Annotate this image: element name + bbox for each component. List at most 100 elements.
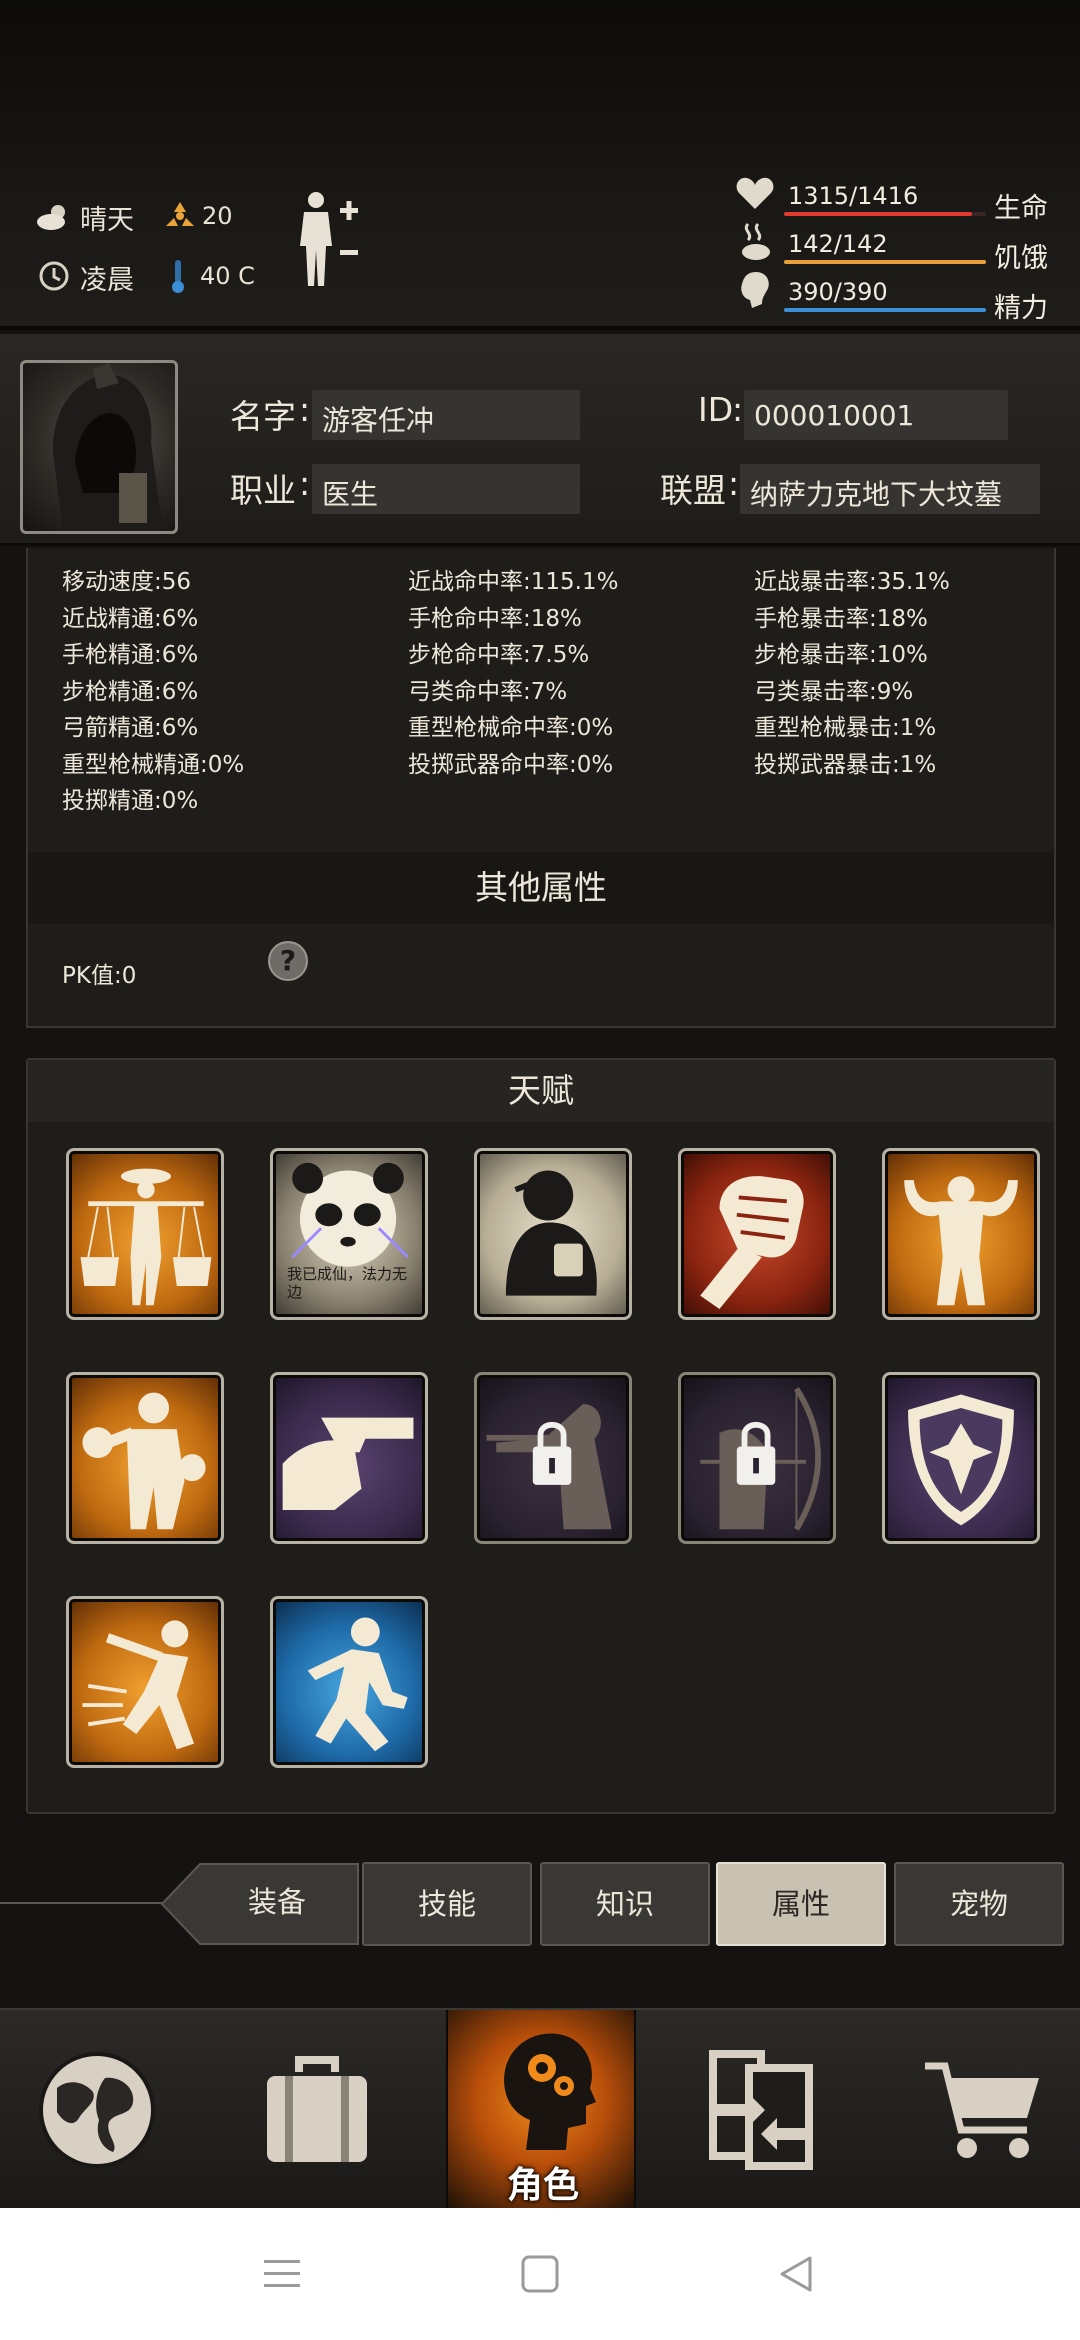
attr-column-1: 移动速度:56 近战精通:6% 手枪精通:6% 步枪精通:6% 弓箭精通:6% … (62, 562, 244, 818)
energy-label: 精力 (994, 293, 1048, 324)
crouching-figure-icon (307, 1617, 408, 1752)
character-header: 名字 : 游客任冲 ID : 000010001 职业 : 医生 联盟 : 纳萨… (0, 334, 1080, 546)
porter-icon (80, 1168, 212, 1306)
nav-shop[interactable] (888, 2010, 1078, 2210)
energy-icon (741, 272, 769, 308)
talent-sneak[interactable] (270, 1596, 428, 1768)
home-icon[interactable] (520, 2254, 560, 2294)
tab-knowledge[interactable]: 知识 (540, 1862, 710, 1946)
alliance-colon: : (728, 464, 740, 503)
radiation-icon (166, 202, 194, 226)
energy-bar (784, 308, 986, 312)
attr-item: 重型枪械精通:0% (62, 751, 245, 778)
attr-item: 近战精通:6% (62, 605, 199, 632)
attr-column-2: 近战命中率:115.1% 手枪命中率:18% 步枪命中率:7.5% 弓类命中率:… (408, 562, 618, 781)
suitcase-icon (267, 2056, 367, 2162)
exchange-icon (709, 2050, 813, 2170)
talent-shield[interactable] (882, 1372, 1040, 1544)
hunger-label: 饥饿 (994, 243, 1048, 274)
talent-rifle-locked[interactable] (474, 1372, 632, 1544)
clock-icon (39, 261, 69, 291)
talent-bow-locked[interactable] (678, 1372, 836, 1544)
system-nav-bar (0, 2208, 1080, 2340)
tab-rail (0, 1902, 170, 1904)
attr-item: 近战暴击率:35.1% (754, 569, 950, 595)
talent-porter[interactable] (66, 1148, 224, 1320)
body-status-icon[interactable] (296, 190, 362, 290)
id-label: ID (698, 390, 734, 429)
rifle-soldier-icon (486, 1404, 612, 1530)
nav-trade[interactable] (666, 2010, 856, 2210)
attr-item: 近战命中率:115.1% (408, 569, 619, 595)
job-colon: : (299, 464, 311, 503)
alliance-label: 联盟 (660, 471, 726, 510)
pistol-icon (282, 1417, 414, 1510)
attr-item: 手枪精通:6% (62, 642, 199, 668)
attr-item: 弓箭精通:6% (62, 715, 199, 741)
back-icon[interactable] (776, 2254, 816, 2294)
health-label: 生命 (994, 193, 1048, 224)
attr-item: 步枪命中率:7.5% (408, 642, 590, 668)
name-colon: : (299, 390, 311, 429)
job-label: 职业 (230, 471, 296, 510)
attr-item: 重型枪械命中率:0% (408, 715, 614, 741)
cart-icon (925, 2062, 1039, 2158)
nav-inventory[interactable] (222, 2010, 412, 2210)
fist-icon (700, 1176, 804, 1310)
character-avatar[interactable] (20, 360, 178, 534)
talent-thinker[interactable] (474, 1148, 632, 1320)
tab-attributes[interactable]: 属性 (716, 1862, 886, 1946)
attr-item: 弓类暴击率:9% (754, 678, 914, 705)
temperature-value: 40 C (200, 262, 255, 290)
talent-pistol[interactable] (270, 1372, 428, 1544)
hunger-bar-fill (784, 260, 986, 264)
energy-value: 390/390 (788, 278, 888, 306)
weather-text: 晴天 (80, 205, 134, 236)
bottom-nav: 角色 (0, 2008, 1080, 2210)
attr-item: 步枪暴击率:10% (754, 642, 928, 668)
talent-fist[interactable] (678, 1148, 836, 1320)
nav-world[interactable] (2, 2010, 192, 2210)
status-bar: 晴天 20 凌晨 40 C 1315/1416 生命 142/142 饥饿 39… (0, 0, 1080, 330)
attr-item: 手枪命中率:18% (408, 605, 582, 632)
tab-equipment[interactable]: 装备 (200, 1862, 354, 1946)
menu-icon[interactable] (262, 2256, 302, 2292)
attr-item: 弓类命中率:7% (408, 678, 568, 705)
hooded-figure-icon (52, 363, 163, 531)
attr-item: 手枪暴击率:18% (754, 605, 928, 632)
globe-icon (39, 2052, 155, 2168)
attr-item: 投掷武器命中率:0% (408, 751, 614, 778)
talent-strength[interactable] (882, 1148, 1040, 1320)
nav-character[interactable]: 角色 (446, 2010, 636, 2210)
other-attributes-title: 其他属性 (28, 852, 1054, 924)
tab-pets[interactable]: 宠物 (894, 1862, 1064, 1946)
attr-item: 步枪精通:6% (62, 678, 199, 705)
help-icon[interactable]: ? (268, 941, 308, 981)
name-label: 名字 (230, 397, 296, 436)
time-of-day-text: 凌晨 (80, 265, 134, 296)
attr-item: 投掷武器暴击:1% (754, 751, 937, 778)
talent-panel: 天赋 我已成仙，法力无边 (26, 1058, 1056, 1814)
tab-skills[interactable]: 技能 (362, 1862, 532, 1946)
hunger-bar (784, 260, 986, 264)
radiation-value: 20 (202, 202, 233, 230)
id-field: 000010001 (744, 390, 1008, 440)
health-bar (784, 212, 986, 216)
archer-icon (700, 1387, 821, 1531)
hunger-icon (742, 222, 770, 260)
thermometer-icon (172, 260, 184, 293)
head-gears-icon (504, 2033, 596, 2150)
health-bar-fill (784, 212, 972, 216)
heart-icon (736, 177, 774, 209)
panda-caption: 我已成仙，法力无边 (287, 1265, 408, 1301)
alliance-field[interactable]: 纳萨力克地下大坟墓 (740, 464, 1040, 514)
thinker-icon (505, 1170, 597, 1296)
health-value: 1315/1416 (788, 182, 919, 210)
talent-title: 天赋 (28, 1060, 1054, 1122)
talent-throw[interactable] (66, 1596, 224, 1768)
id-colon: : (732, 390, 744, 429)
strongman-icon (904, 1176, 1018, 1306)
talent-boxer[interactable] (66, 1372, 224, 1544)
talent-panda[interactable]: 我已成仙，法力无边 (270, 1148, 428, 1320)
nav-character-label: 角色 (506, 2165, 579, 2206)
